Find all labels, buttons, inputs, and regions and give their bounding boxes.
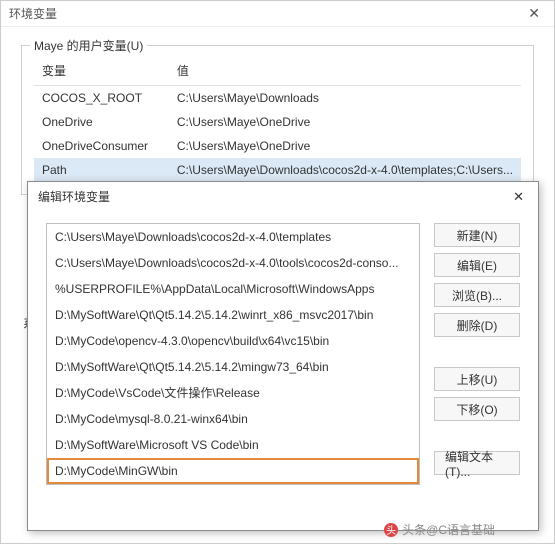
var-value: C:\Users\Maye\Downloads xyxy=(169,86,521,111)
list-item[interactable]: D:\MySoftWare\Qt\Qt5.14.2\5.14.2\mingw73… xyxy=(47,354,419,380)
path-list[interactable]: C:\Users\Maye\Downloads\cocos2d-x-4.0\te… xyxy=(46,223,420,485)
close-icon[interactable]: ✕ xyxy=(509,189,528,205)
edit-env-var-dialog: 编辑环境变量 ✕ C:\Users\Maye\Downloads\cocos2d… xyxy=(27,181,539,531)
side-buttons: 新建(N) 编辑(E) 浏览(B)... 删除(D) 上移(U) 下移(O) 编… xyxy=(434,223,520,485)
list-item[interactable]: D:\MyCode\opencv-4.3.0\opencv\build\x64\… xyxy=(47,328,419,354)
user-vars-group: Maye 的用户变量(U) 变量 值 COCOS_X_ROOT C:\Users… xyxy=(21,45,534,195)
user-vars-table[interactable]: 变量 值 COCOS_X_ROOT C:\Users\Maye\Download… xyxy=(34,56,521,182)
var-name: OneDriveConsumer xyxy=(34,134,169,158)
table-row[interactable]: Path C:\Users\Maye\Downloads\cocos2d-x-4… xyxy=(34,158,521,182)
move-down-button[interactable]: 下移(O) xyxy=(434,397,520,421)
watermark: 头 头条@C语言基础 xyxy=(384,521,495,538)
list-item[interactable]: %USERPROFILE%\AppData\Local\Microsoft\Wi… xyxy=(47,276,419,302)
edit-dialog-title: 编辑环境变量 xyxy=(38,188,110,205)
list-item-highlighted[interactable]: D:\MyCode\MinGW\bin xyxy=(47,458,419,484)
col-header-value[interactable]: 值 xyxy=(169,56,521,86)
table-row[interactable]: OneDrive C:\Users\Maye\OneDrive xyxy=(34,110,521,134)
table-row[interactable]: COCOS_X_ROOT C:\Users\Maye\Downloads xyxy=(34,86,521,111)
watermark-text: 头条@C语言基础 xyxy=(402,521,495,538)
dialog-titlebar: 环境变量 ✕ xyxy=(1,1,554,27)
list-item[interactable]: D:\MyCode\mysql-8.0.21-winx64\bin xyxy=(47,406,419,432)
list-item[interactable]: D:\MySoftWare\Qt\Qt5.14.2\5.14.2\winrt_x… xyxy=(47,302,419,328)
table-row[interactable]: OneDriveConsumer C:\Users\Maye\OneDrive xyxy=(34,134,521,158)
list-item[interactable]: D:\MyCode\VsCode\文件操作\Release xyxy=(47,380,419,406)
col-header-var[interactable]: 变量 xyxy=(34,56,169,86)
delete-button[interactable]: 删除(D) xyxy=(434,313,520,337)
list-item[interactable]: D:\MySoftWare\Microsoft VS Code\bin xyxy=(47,432,419,458)
edit-text-button[interactable]: 编辑文本(T)... xyxy=(434,451,520,475)
var-name: Path xyxy=(34,158,169,182)
var-value: C:\Users\Maye\OneDrive xyxy=(169,110,521,134)
user-vars-label: Maye 的用户变量(U) xyxy=(30,37,147,54)
watermark-icon: 头 xyxy=(384,523,398,537)
dialog-title: 环境变量 xyxy=(9,5,57,22)
close-icon[interactable]: ✕ xyxy=(522,5,546,22)
edit-dialog-body: C:\Users\Maye\Downloads\cocos2d-x-4.0\te… xyxy=(28,211,538,495)
var-value: C:\Users\Maye\OneDrive xyxy=(169,134,521,158)
list-item[interactable]: C:\Users\Maye\Downloads\cocos2d-x-4.0\to… xyxy=(47,250,419,276)
browse-button[interactable]: 浏览(B)... xyxy=(434,283,520,307)
var-name: OneDrive xyxy=(34,110,169,134)
var-name: COCOS_X_ROOT xyxy=(34,86,169,111)
var-value: C:\Users\Maye\Downloads\cocos2d-x-4.0\te… xyxy=(169,158,521,182)
list-item[interactable]: C:\Users\Maye\Downloads\cocos2d-x-4.0\te… xyxy=(47,224,419,250)
new-button[interactable]: 新建(N) xyxy=(434,223,520,247)
edit-button[interactable]: 编辑(E) xyxy=(434,253,520,277)
move-up-button[interactable]: 上移(U) xyxy=(434,367,520,391)
edit-dialog-titlebar: 编辑环境变量 ✕ xyxy=(28,182,538,211)
